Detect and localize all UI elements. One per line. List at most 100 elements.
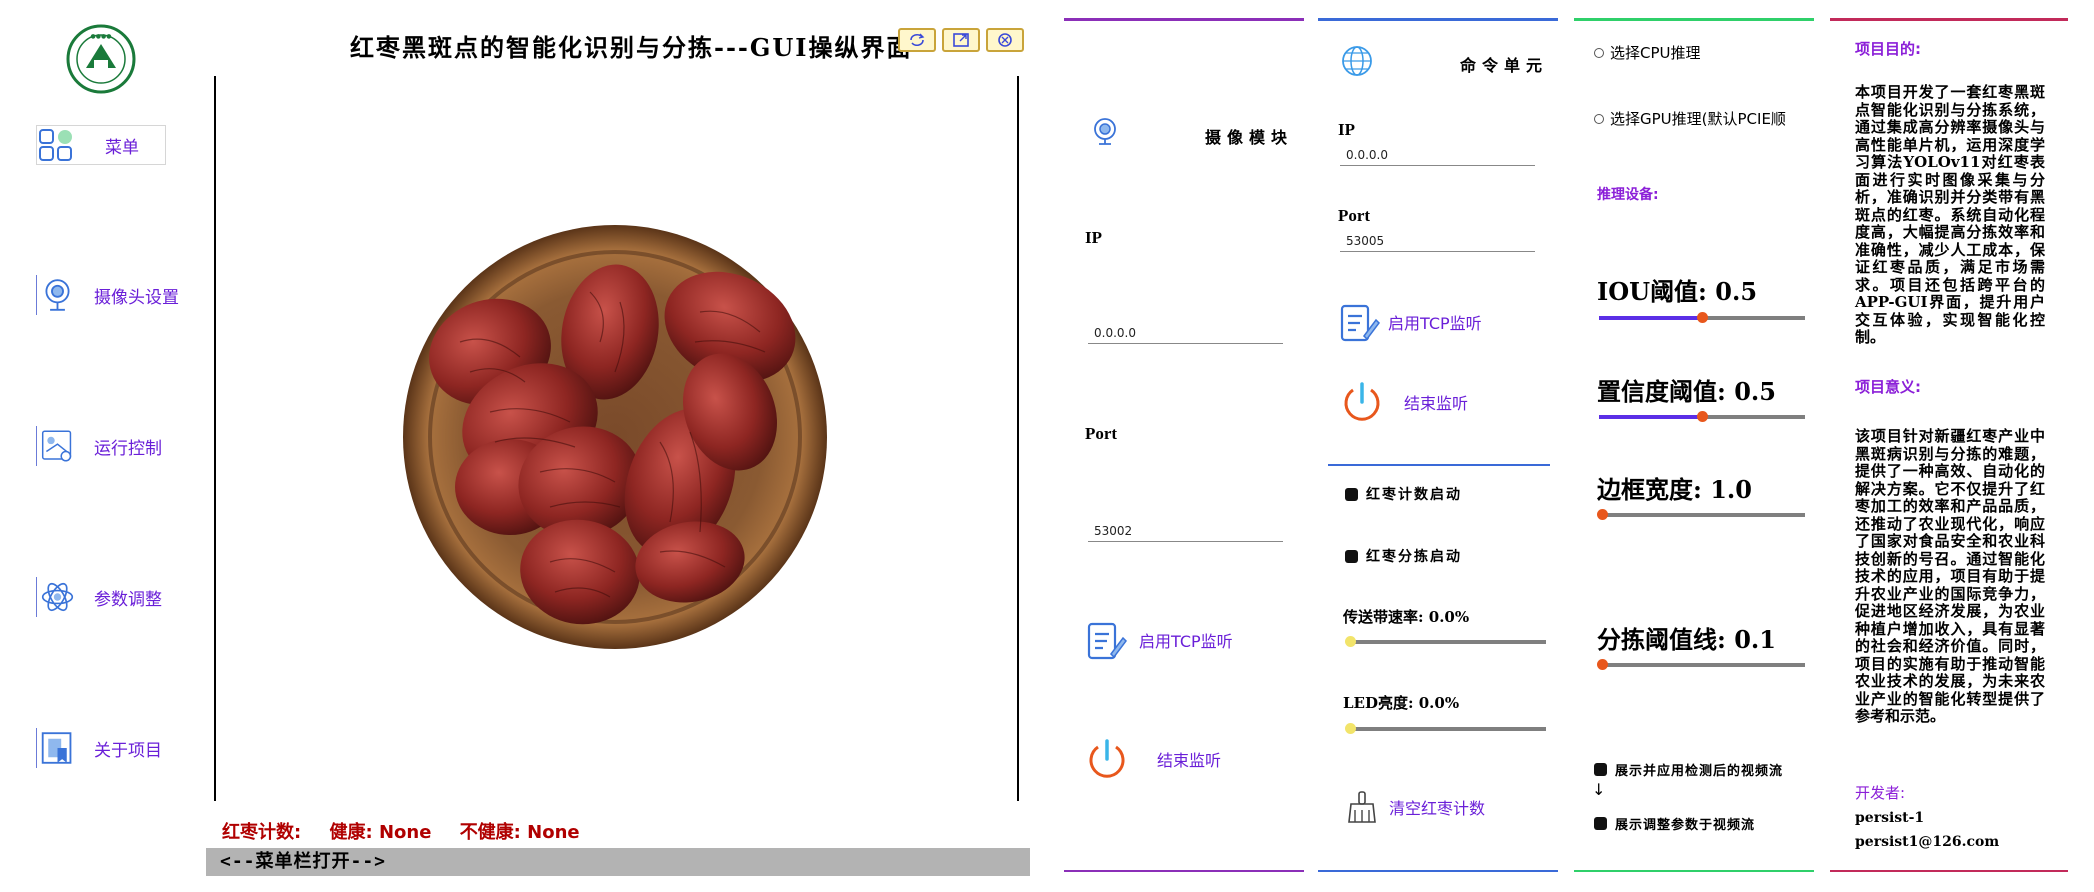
refresh-button[interactable] [898,28,936,52]
meaning-title: 项目意义: [1855,378,1921,396]
command-stop-button[interactable]: 结束监听 [1340,380,1468,424]
camera-stop-button[interactable]: 结束监听 [1085,737,1221,781]
slider-fill [1599,316,1702,320]
slider-knob[interactable] [1345,723,1356,734]
slider-knob[interactable] [1597,659,1608,670]
radio-circle [1594,47,1604,58]
nav-label: 关于项目 [94,740,162,761]
maximize-button[interactable] [942,28,980,52]
sort-start-label: 红枣分拣启动 [1366,549,1462,565]
nav-label: 摄像头设置 [94,287,179,308]
nav-item-param-adjust[interactable]: 参数调整 [36,575,206,619]
slider-knob[interactable] [1345,636,1356,647]
atom-settings-icon [36,577,74,617]
gpu-option-label: 选择GPU推理(默认PCIE顺 [1610,110,1786,128]
power-icon [1344,382,1380,421]
panel-bottom-line [1318,870,1558,872]
menu-label: 菜单 [105,137,139,158]
refresh-icon [910,33,925,47]
panel-bottom-line [1830,870,2068,872]
device-label: 推理设备: [1597,187,1659,203]
camera-stop-label: 结束监听 [1157,751,1222,770]
checkbox-box [1594,763,1607,776]
box-width-label: 边框宽度: 1.0 [1597,475,1752,504]
close-icon [998,33,1012,47]
camera-ip-label: IP [1085,228,1102,247]
count-start-checkbox[interactable]: 红枣计数启动 [1345,484,1462,504]
command-ip-input[interactable] [1340,144,1535,166]
show-adjusted-stream-checkbox[interactable]: 展示调整参数于视频流 [1594,814,1755,833]
count-label: 红枣计数: [222,822,302,843]
checkbox-box [1594,817,1607,830]
command-port-input[interactable] [1340,230,1535,252]
nav-label: 参数调整 [94,589,162,610]
camera-tcp-button[interactable]: 启用TCP监听 [1085,618,1233,662]
show-adjusted-label: 展示调整参数于视频流 [1615,818,1756,833]
command-tcp-label: 启用TCP监听 [1388,314,1482,333]
iou-threshold-label: IOU阈值: 0.5 [1597,277,1758,306]
purpose-title: 项目目的: [1855,40,1921,58]
power-icon [1089,739,1125,778]
panel-top-line [1064,18,1304,21]
book-icon [36,728,72,768]
camera-panel-title: 摄像模块 [1205,128,1294,147]
image-frame-right-border [1017,76,1019,801]
sort-threshold-slider[interactable] [1597,659,1805,670]
confidence-threshold-slider[interactable] [1599,411,1805,422]
command-tcp-button[interactable]: 启用TCP监听 [1338,300,1482,344]
image-frame-left-border [214,76,216,801]
panel-bottom-line [1574,870,1814,872]
clear-count-button[interactable]: 清空红枣计数 [1345,790,1485,824]
checkbox-box [1345,487,1358,501]
panel-top-line [1574,18,1814,21]
command-ip-label: IP [1338,120,1355,139]
healthy-count: 健康: None [329,822,432,843]
slider-knob[interactable] [1597,509,1608,520]
down-arrow: ↓ [1592,780,1606,799]
command-port-label: Port [1338,206,1371,225]
iou-threshold-slider[interactable] [1599,312,1805,323]
confidence-threshold-label: 置信度阈值: 0.5 [1597,377,1776,406]
university-logo: ●●●● [66,24,136,94]
clear-count-label: 清空红枣计数 [1389,799,1486,818]
box-width-slider[interactable] [1597,509,1805,520]
cpu-inference-radio[interactable]: 选择CPU推理 [1594,42,1701,63]
command-stop-label: 结束监听 [1404,394,1469,413]
network-globe-icon [1342,46,1372,76]
camera-ip-input[interactable] [1088,322,1283,344]
count-start-label: 红枣计数启动 [1366,487,1462,503]
menu-button[interactable]: 菜单 [36,125,166,165]
menu-toggle-bar[interactable]: <--菜单栏打开--> [206,848,1030,876]
nav-item-run-control[interactable]: 运行控制 [36,424,206,468]
webcam-icon [1094,118,1116,145]
slider-knob[interactable] [1697,411,1708,422]
show-detected-label: 展示并应用检测后的视频流 [1615,764,1784,779]
run-control-icon [36,426,72,466]
unhealthy-count: 不健康: None [459,822,580,843]
checkbox-box [1345,549,1358,563]
clipboard-edit-icon [1340,304,1380,342]
nav-item-camera-settings[interactable]: 摄像头设置 [36,273,206,317]
nav-label: 运行控制 [94,438,162,459]
camera-port-input[interactable] [1088,520,1283,542]
conveyor-speed-label: 传送带速率: 0.0% [1343,608,1470,626]
conveyor-speed-slider[interactable] [1345,636,1546,647]
app-title: 红枣黑斑点的智能化识别与分拣---GUI操纵界面 [350,33,913,62]
maximize-icon [953,33,969,47]
broom-icon [1348,791,1376,823]
grid-menu-icon [39,129,72,161]
gpu-inference-radio[interactable]: 选择GPU推理(默认PCIE顺 [1594,108,1786,129]
close-button[interactable] [986,28,1024,52]
meaning-text: 该项目针对新疆红枣产业中黑斑病识别与分拣的难题，提供了一种高效、自动化的解决方案… [1855,427,2045,725]
sort-start-checkbox[interactable]: 红枣分拣启动 [1345,546,1462,566]
slider-knob[interactable] [1697,312,1708,323]
led-brightness-slider[interactable] [1345,723,1546,734]
purpose-text: 本项目开发了一套红枣黑斑点智能化识别与分拣系统，通过集成高分辨率摄像头与高性能单… [1855,83,2045,346]
nav-item-about[interactable]: 关于项目 [36,726,206,770]
slider-fill [1599,415,1702,419]
date-count-status: 红枣计数: 健康: None 不健康: None [222,818,602,844]
developer-title: 开发者: [1855,784,1906,802]
show-detected-stream-checkbox[interactable]: 展示并应用检测后的视频流 [1594,760,1783,779]
radio-circle [1594,113,1604,124]
svg-text:●●●●: ●●●● [91,33,112,40]
